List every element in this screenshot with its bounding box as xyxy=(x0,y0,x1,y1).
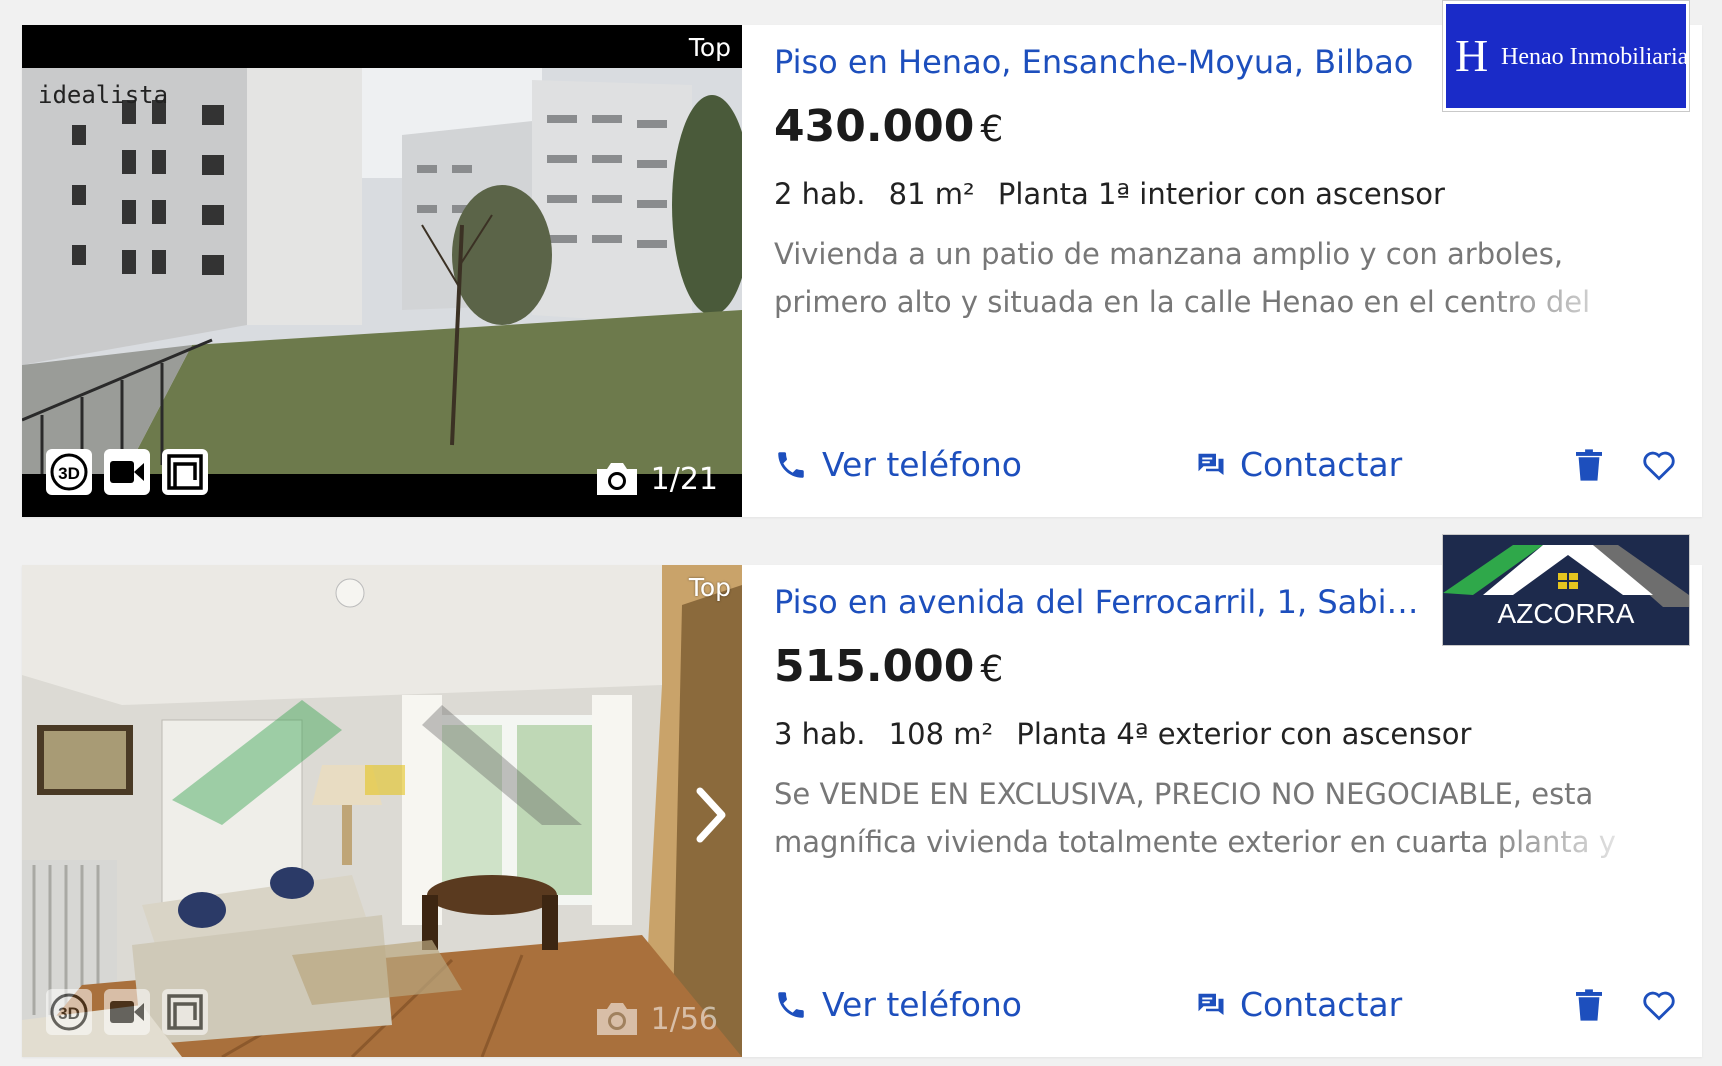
listing-description[interactable]: Se VENDE EN EXCLUSIVA, PRECIO NO NEGOCIA… xyxy=(774,770,1654,866)
listing-photo[interactable]: Top 3D 1/56 xyxy=(22,565,742,1057)
chat-icon xyxy=(1198,453,1224,475)
phone-icon xyxy=(778,451,804,478)
tour-3d-button[interactable]: 3D xyxy=(46,989,92,1035)
svg-text:3D: 3D xyxy=(58,1004,80,1023)
listing-card[interactable]: idealista Top 3D 1/21 Piso en Henao, Ens… xyxy=(22,0,1702,517)
heart-icon xyxy=(1643,451,1675,481)
video-button[interactable] xyxy=(104,449,150,495)
listing-photo[interactable]: idealista Top 3D 1/21 xyxy=(22,25,742,517)
price-value: 430.000 xyxy=(774,101,975,152)
3d-tour-icon: 3D xyxy=(50,453,88,491)
listing-features: 3 hab. 108 m² Planta 4ª exterior con asc… xyxy=(774,717,1485,751)
photo-counter-text: 1/56 xyxy=(650,1001,718,1037)
video-button[interactable] xyxy=(104,989,150,1035)
agency-logo-henao[interactable]: H Henao Inmobiliaria xyxy=(1442,0,1690,112)
discard-button[interactable] xyxy=(1576,449,1602,481)
price-value: 515.000 xyxy=(774,641,975,692)
floorplan-icon xyxy=(167,454,203,490)
listing-info: Piso en Henao, Ensanche-Moyua, Bilbao 43… xyxy=(774,0,1702,517)
feature-rooms: 2 hab. xyxy=(774,177,866,211)
photo-counter: 1/56 xyxy=(593,1001,718,1037)
view-phone-label: Ver teléfono xyxy=(822,445,1022,484)
view-phone-button[interactable]: Ver teléfono xyxy=(774,445,1022,484)
feature-rooms: 3 hab. xyxy=(774,717,866,751)
contact-label: Contactar xyxy=(1240,985,1403,1024)
3d-tour-icon: 3D xyxy=(50,993,88,1031)
chevron-right-icon xyxy=(696,787,726,843)
contact-button[interactable]: Contactar xyxy=(1196,445,1402,484)
favorite-button[interactable] xyxy=(1642,989,1676,1021)
photo-counter-text: 1/21 xyxy=(650,461,718,497)
next-photo-button[interactable] xyxy=(694,787,728,847)
floorplan-button[interactable] xyxy=(162,449,208,495)
photo-living-room xyxy=(22,565,742,1057)
media-icons: 3D xyxy=(46,449,208,495)
floorplan-button[interactable] xyxy=(162,989,208,1035)
trash-icon xyxy=(1576,449,1602,481)
top-badge: Top xyxy=(688,33,731,62)
photo-counter: 1/21 xyxy=(593,461,718,497)
video-camera-icon xyxy=(110,461,144,483)
heart-icon xyxy=(1643,991,1675,1021)
price-currency: € xyxy=(980,649,1004,690)
camera-icon xyxy=(596,463,637,495)
media-icons: 3D xyxy=(46,989,208,1035)
feature-area: 81 m² xyxy=(888,177,975,211)
listing-title-link[interactable]: Piso en Henao, Ensanche-Moyua, Bilbao xyxy=(774,43,1413,81)
chat-icon xyxy=(1198,993,1224,1015)
contact-label: Contactar xyxy=(1240,445,1403,484)
svg-text:AZCORRA: AZCORRA xyxy=(1498,598,1635,629)
phone-icon xyxy=(778,991,804,1018)
listing-info: Piso en avenida del Ferrocarril, 1, Sabi… xyxy=(774,534,1702,1057)
photo-watermark: idealista xyxy=(38,81,169,109)
henao-logo-icon: H Henao Inmobiliaria xyxy=(1443,1,1689,111)
contact-button[interactable]: Contactar xyxy=(1196,985,1402,1024)
feature-area: 108 m² xyxy=(888,717,994,751)
feature-floor: Planta 1ª interior con ascensor xyxy=(997,177,1445,211)
listing-features: 2 hab. 81 m² Planta 1ª interior con asce… xyxy=(774,177,1459,211)
video-camera-icon xyxy=(110,1001,144,1023)
svg-text:3D: 3D xyxy=(58,464,80,483)
azcorra-logo-icon: AZCORRA xyxy=(1443,535,1689,645)
view-phone-label: Ver teléfono xyxy=(822,985,1022,1024)
listing-card[interactable]: Top 3D 1/56 Piso en avenida del Ferrocar… xyxy=(22,534,1702,1057)
svg-text:Henao Inmobiliaria: Henao Inmobiliaria xyxy=(1501,44,1689,70)
view-phone-button[interactable]: Ver teléfono xyxy=(774,985,1022,1024)
agency-logo-azcorra[interactable]: AZCORRA xyxy=(1442,534,1690,646)
listing-title-link[interactable]: Piso en avenida del Ferrocarril, 1, Sabi… xyxy=(774,583,1418,621)
discard-button[interactable] xyxy=(1576,989,1602,1021)
svg-text:H: H xyxy=(1455,30,1488,81)
listing-price: 430.000 € xyxy=(774,101,1003,152)
tour-3d-button[interactable]: 3D xyxy=(46,449,92,495)
feature-floor: Planta 4ª exterior con ascensor xyxy=(1016,717,1472,751)
price-currency: € xyxy=(980,109,1004,150)
listing-description[interactable]: Vivienda a un patio de manzana amplio y … xyxy=(774,230,1654,326)
listing-price: 515.000 € xyxy=(774,641,1003,692)
camera-icon xyxy=(596,1003,637,1035)
listing-actions: Ver teléfono Contactar xyxy=(774,445,1702,495)
listing-actions: Ver teléfono Contactar xyxy=(774,985,1702,1035)
floorplan-icon xyxy=(167,994,203,1030)
favorite-button[interactable] xyxy=(1642,449,1676,481)
top-badge: Top xyxy=(688,573,731,602)
trash-icon xyxy=(1576,989,1602,1021)
